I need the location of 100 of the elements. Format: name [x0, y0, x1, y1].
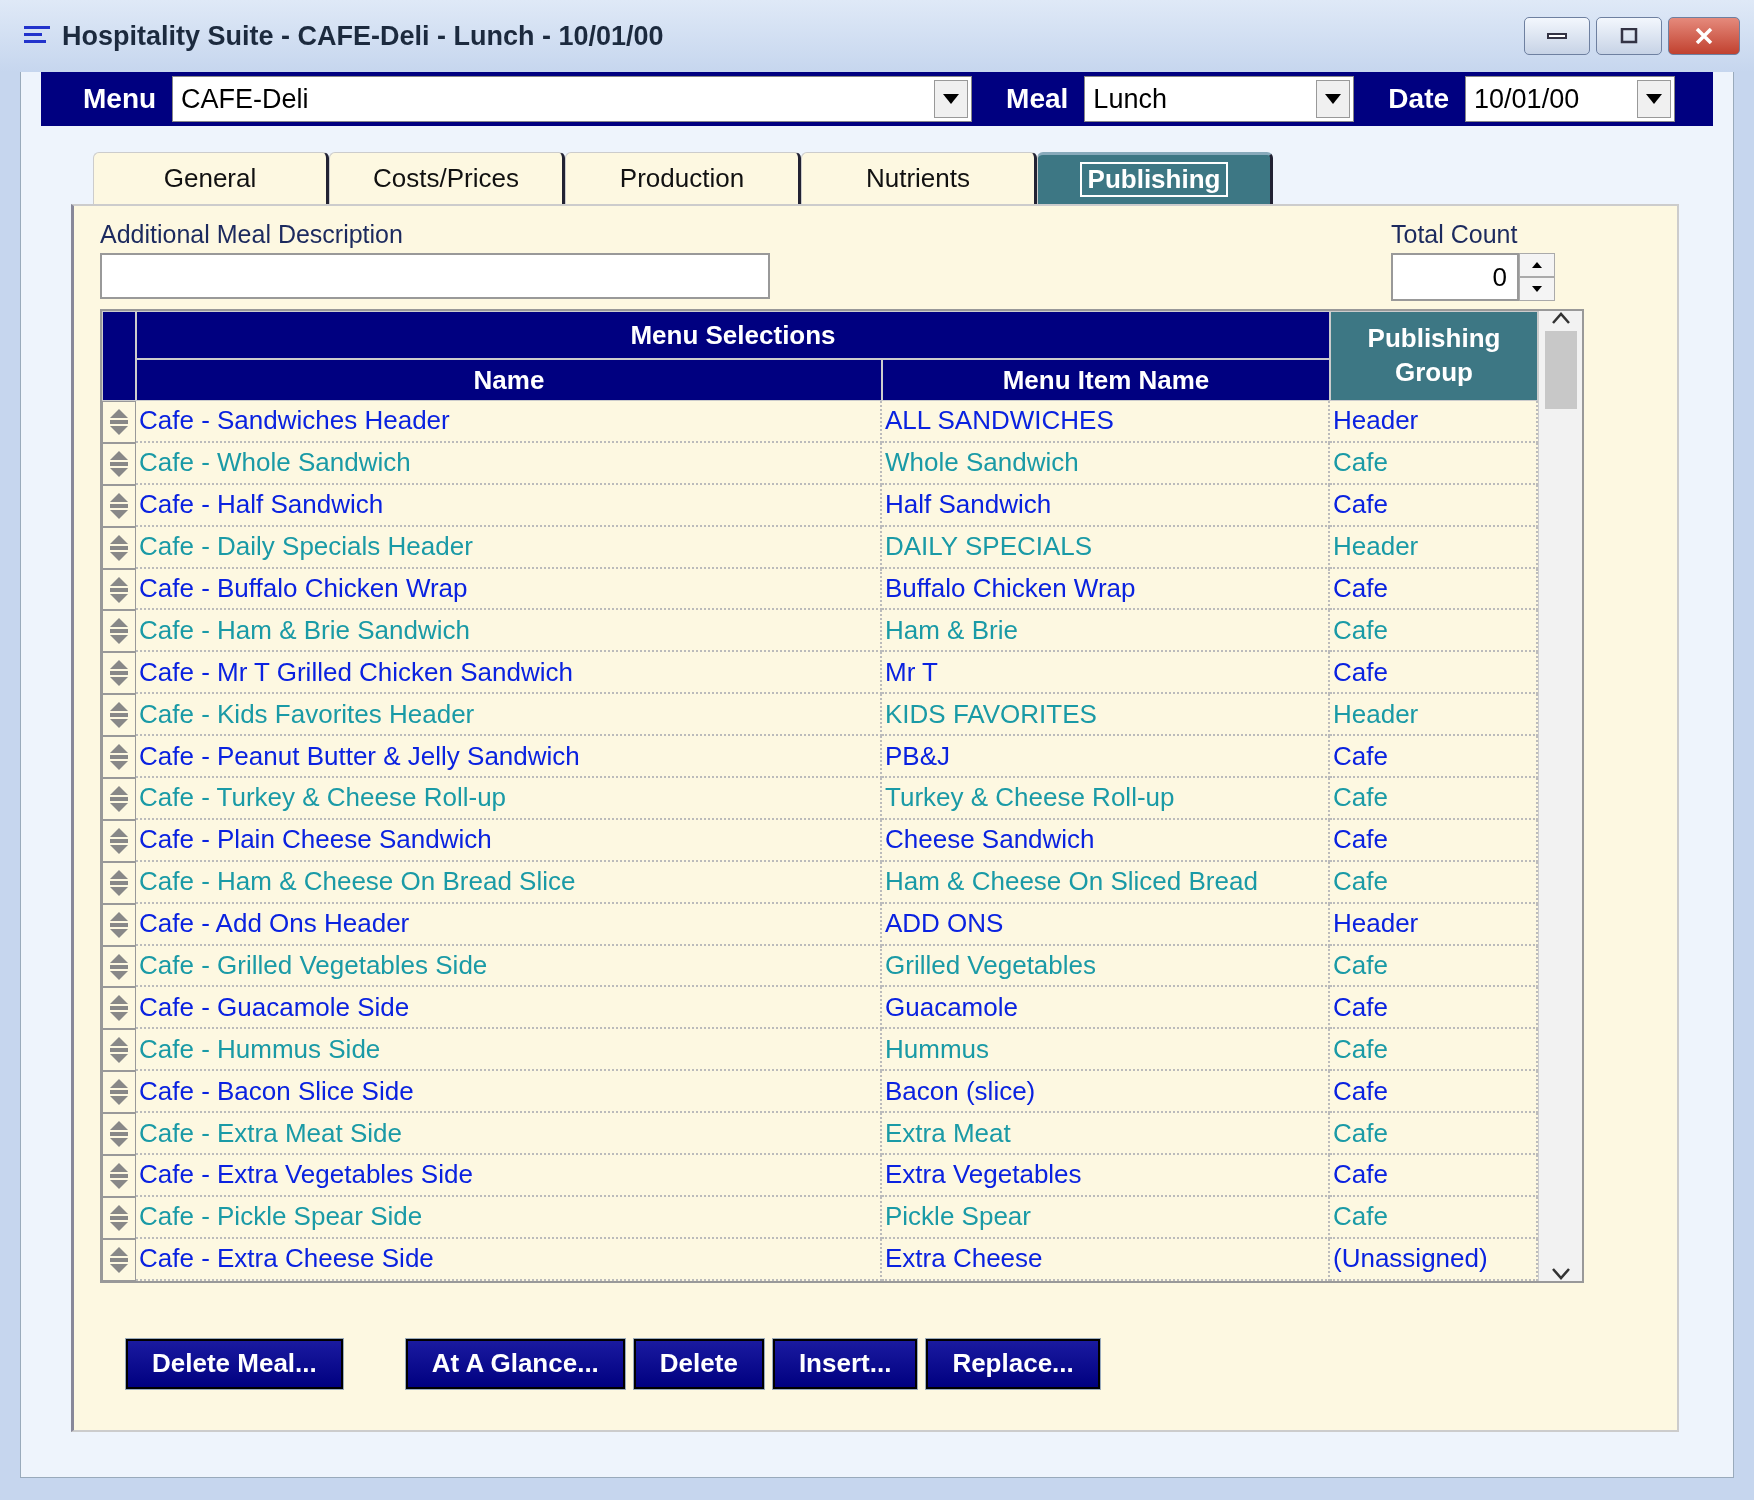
table-cell: Guacamole	[882, 987, 1330, 1030]
action-button[interactable]: Delete	[633, 1338, 764, 1389]
table-cell: Cafe - Daily Specials Header	[136, 526, 882, 569]
dropdown-value: 10/01/00	[1473, 83, 1581, 115]
dropdown-button[interactable]	[934, 80, 969, 118]
minimize-button[interactable]	[1524, 17, 1590, 55]
dropdown-button[interactable]	[1637, 80, 1672, 118]
table-cell: ALL SANDWICHES	[882, 401, 1330, 443]
table-cell: Cafe	[1330, 1071, 1538, 1114]
action-button[interactable]: Insert...	[772, 1338, 918, 1389]
scroll-up-icon[interactable]	[1550, 311, 1571, 325]
column-header: Name	[136, 359, 882, 401]
drag-handle-icon[interactable]	[108, 658, 130, 689]
table-cell: Cafe	[1330, 1029, 1538, 1072]
table-cell: Cafe	[1330, 778, 1538, 820]
spin-up-button[interactable]	[1519, 253, 1555, 277]
table-cell: Cafe	[1330, 652, 1538, 695]
drag-handle-icon[interactable]	[108, 867, 130, 898]
drag-handle-icon[interactable]	[108, 490, 130, 521]
drag-handle-icon[interactable]	[108, 783, 130, 814]
tab[interactable]: Publishing	[1037, 152, 1273, 204]
table-cell: Cafe - Ham & Brie Sandwich	[136, 610, 882, 653]
table-cell: ADD ONS	[882, 903, 1330, 946]
field-label: Date	[1387, 83, 1451, 115]
table-cell: Pickle Spear	[882, 1196, 1330, 1239]
table-cell: Cafe	[1330, 610, 1538, 653]
drag-handle-icon[interactable]	[108, 448, 130, 479]
table-cell: (Unassigned)	[1330, 1238, 1538, 1281]
table-cell: Cafe - Buffalo Chicken Wrap	[136, 568, 882, 611]
drag-handle-icon[interactable]	[108, 825, 130, 856]
table-cell: Cafe - Guacamole Side	[136, 987, 882, 1030]
minimize-icon	[1547, 33, 1567, 39]
tab[interactable]: Production	[565, 152, 801, 204]
table-cell: Header	[1330, 903, 1538, 946]
table-cell: Cafe	[1330, 736, 1538, 778]
spin-down-button[interactable]	[1519, 277, 1555, 301]
table-cell: Cafe	[1330, 1113, 1538, 1156]
drag-handle-icon[interactable]	[108, 1244, 130, 1275]
tab[interactable]: General	[93, 152, 329, 204]
table-cell: Header	[1330, 526, 1538, 569]
caret-icon	[1646, 94, 1663, 104]
drag-handle-icon[interactable]	[108, 1119, 130, 1150]
drag-handle-icon[interactable]	[108, 532, 130, 563]
table-cell: Header	[1330, 401, 1538, 443]
table-cell: Hummus	[882, 1029, 1330, 1072]
table-cell: Cafe - Kids Favorites Header	[136, 694, 882, 737]
table-cell: Cafe	[1330, 861, 1538, 904]
drag-handle-icon[interactable]	[108, 909, 130, 940]
action-button[interactable]: Replace...	[926, 1338, 1100, 1389]
action-button[interactable]: Delete Meal...	[126, 1338, 343, 1389]
caret-icon	[1325, 94, 1342, 104]
scrollbar[interactable]	[1538, 311, 1582, 1281]
caret-icon	[943, 94, 960, 104]
table-cell: Cafe - Extra Vegetables Side	[136, 1155, 882, 1197]
table-cell: Cafe - Plain Cheese Sandwich	[136, 819, 882, 862]
table-cell: Cafe - Turkey & Cheese Roll-up	[136, 778, 882, 820]
tab[interactable]: Costs/Prices	[329, 152, 565, 204]
table-cell: Cafe	[1330, 484, 1538, 527]
table-cell: Mr T	[882, 652, 1330, 695]
table-cell: Cafe - Whole Sandwich	[136, 442, 882, 485]
field-label: Total Count	[1391, 220, 1518, 249]
number-field[interactable]: 0	[1391, 253, 1519, 301]
dropdown-value: CAFE-Deli	[180, 83, 310, 115]
drag-handle-icon[interactable]	[108, 574, 130, 605]
drag-handle-icon[interactable]	[108, 616, 130, 647]
table-cell: KIDS FAVORITES	[882, 694, 1330, 737]
drag-handle-icon[interactable]	[108, 1035, 130, 1066]
dropdown[interactable]: 10/01/00	[1465, 76, 1676, 122]
table-cell: Ham & Brie	[882, 610, 1330, 653]
dropdown[interactable]: Lunch	[1084, 76, 1355, 122]
drag-handle-icon[interactable]	[108, 1077, 130, 1108]
scroll-thumb[interactable]	[1544, 331, 1577, 409]
drag-handle-icon[interactable]	[108, 406, 130, 437]
dropdown-button[interactable]	[1316, 80, 1351, 118]
table-cell: Cafe	[1330, 1155, 1538, 1197]
table-cell: Cafe - Mr T Grilled Chicken Sandwich	[136, 652, 882, 695]
action-button[interactable]: At A Glance...	[405, 1338, 625, 1389]
field-label: Menu	[82, 83, 158, 115]
drag-handle-icon[interactable]	[108, 951, 130, 982]
maximize-button[interactable]	[1596, 17, 1662, 55]
drag-handle-icon[interactable]	[108, 742, 130, 773]
table-cell: Cafe - Bacon Slice Side	[136, 1071, 882, 1114]
table-cell: Cafe - Pickle Spear Side	[136, 1196, 882, 1239]
column-header: Menu Item Name	[882, 359, 1330, 401]
table-cell: Cafe - Sandwiches Header	[136, 401, 882, 443]
drag-handle-icon[interactable]	[108, 1160, 130, 1191]
drag-handle-icon[interactable]	[108, 700, 130, 731]
close-button[interactable]	[1668, 17, 1740, 55]
table-cell: Extra Meat	[882, 1113, 1330, 1156]
dropdown[interactable]: CAFE-Deli	[172, 76, 973, 122]
column-group-header: Menu Selections	[136, 311, 1330, 359]
input-field[interactable]	[100, 253, 770, 299]
tab[interactable]: Nutrients	[801, 152, 1037, 204]
table-cell: Half Sandwich	[882, 484, 1330, 527]
maximize-icon	[1618, 28, 1640, 44]
drag-handle-icon[interactable]	[108, 1202, 130, 1233]
drag-handle-icon[interactable]	[108, 993, 130, 1024]
table-cell: Cafe	[1330, 987, 1538, 1030]
table-cell: Cafe - Add Ons Header	[136, 903, 882, 946]
scroll-down-icon[interactable]	[1550, 1266, 1571, 1281]
